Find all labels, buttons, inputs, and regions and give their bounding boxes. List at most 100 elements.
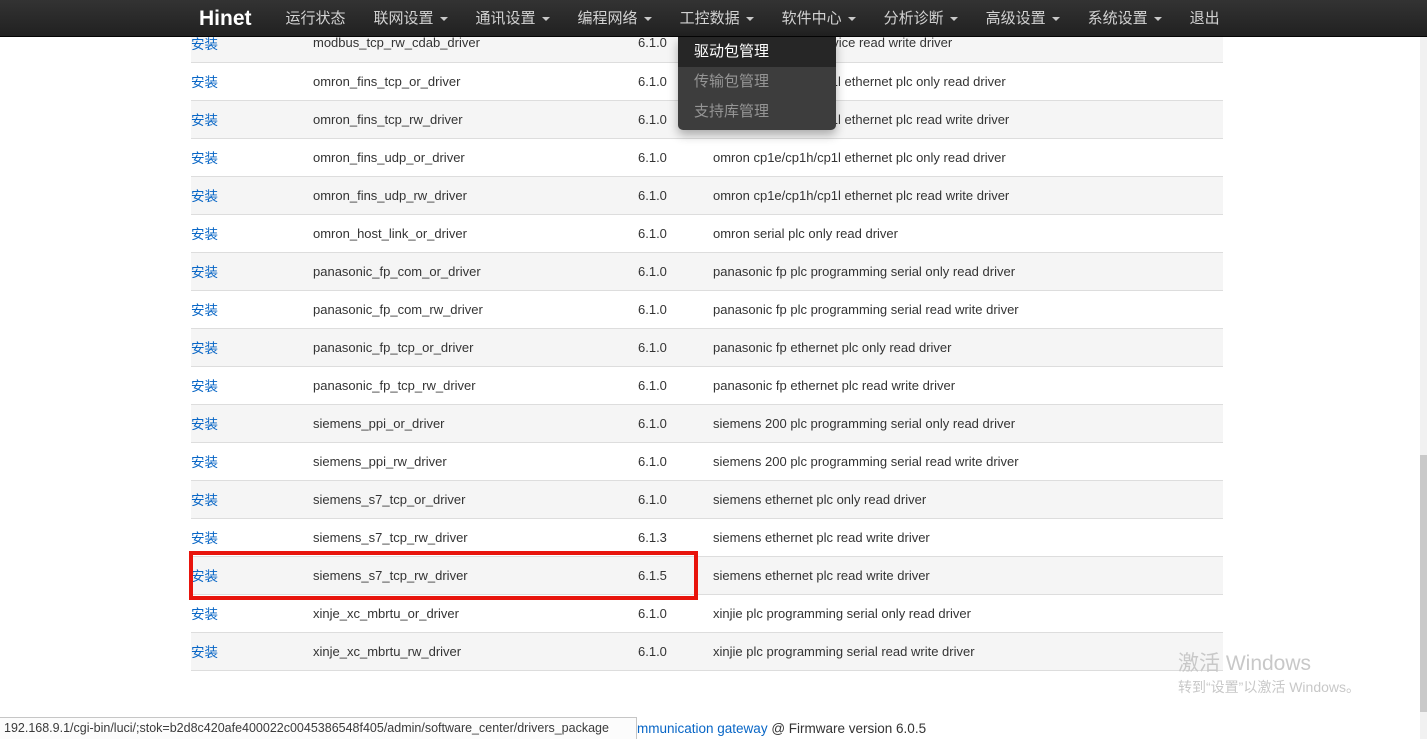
driver-description: panasonic fp ethernet plc read write dri… [713,366,1223,404]
table-row: 安装 siemens_ppi_rw_driver 6.1.0 siemens 2… [191,442,1223,480]
driver-name: siemens_s7_tcp_rw_driver [313,518,638,556]
install-link[interactable]: 安装 [191,455,218,470]
dropdown-menu-item[interactable]: 支持库管理 [678,97,836,127]
driver-version: 6.1.0 [638,214,713,252]
table-row: 安装 panasonic_fp_tcp_rw_driver 6.1.0 pana… [191,366,1223,404]
driver-version: 6.1.0 [638,328,713,366]
windows-activation-watermark: 激活 Windows 转到“设置”以激活 Windows。 [1178,652,1360,697]
dropdown-menu-item[interactable]: 传输包管理 [678,67,836,97]
table-row: 安装 omron_host_link_or_driver 6.1.0 omron… [191,214,1223,252]
driver-description: siemens ethernet plc read write driver [713,556,1223,594]
nav-menu-item[interactable]: 运行状态 [272,0,360,37]
driver-description: panasonic fp plc programming serial only… [713,252,1223,290]
install-link[interactable]: 安装 [191,227,218,242]
caret-down-icon [848,17,856,21]
install-link[interactable]: 安装 [191,379,218,394]
nav-menu-label: 运行状态 [286,0,346,37]
table-row: 安装 panasonic_fp_com_rw_driver 6.1.0 pana… [191,290,1223,328]
dropdown-menu-item[interactable]: 驱动包管理 [678,37,836,67]
table-row: 安装 xinje_xc_mbrtu_rw_driver 6.1.0 xinjie… [191,632,1223,670]
nav-menu-label: 联网设置 [374,0,434,37]
nav-menu-label: 退出 [1190,0,1220,37]
nav-menu-item[interactable]: 工控数据 [666,0,768,37]
driver-version: 6.1.0 [638,176,713,214]
driver-name: siemens_s7_tcp_or_driver [313,480,638,518]
install-link[interactable]: 安装 [191,493,218,508]
install-link[interactable]: 安装 [191,569,218,584]
watermark-title: 激活 Windows [1178,652,1360,676]
nav-menu-item[interactable]: 高级设置 [972,0,1074,37]
install-link[interactable]: 安装 [191,417,218,432]
driver-version: 6.1.0 [638,404,713,442]
driver-name: xinje_xc_mbrtu_or_driver [313,594,638,632]
driver-version: 6.1.0 [638,480,713,518]
driver-name: omron_fins_udp_rw_driver [313,176,638,214]
firmware-version-text: @ Firmware version 6.0.5 [768,721,927,736]
vertical-scrollbar-thumb[interactable] [1420,455,1427,712]
table-row: 安装 omron_fins_udp_rw_driver 6.1.0 omron … [191,176,1223,214]
driver-name: xinje_xc_mbrtu_rw_driver [313,632,638,670]
install-link[interactable]: 安装 [191,531,218,546]
caret-down-icon [746,17,754,21]
nav-menu-item[interactable]: 编程网络 [564,0,666,37]
table-row: 安装 siemens_s7_tcp_rw_driver 6.1.3 siemen… [191,518,1223,556]
gateway-footer-link[interactable]: mmunication gateway [637,721,768,736]
driver-description: xinjie plc programming serial only read … [713,594,1223,632]
driver-description: panasonic fp plc programming serial read… [713,290,1223,328]
nav-menu-label: 通讯设置 [476,0,536,37]
software-center-dropdown: 驱动包管理传输包管理支持库管理 [678,37,836,130]
nav-menu-item[interactable]: 通讯设置 [462,0,564,37]
install-link[interactable]: 安装 [191,341,218,356]
install-link[interactable]: 安装 [191,607,218,622]
driver-name: siemens_s7_tcp_rw_driver [313,556,638,594]
caret-down-icon [1154,17,1162,21]
driver-name: siemens_ppi_rw_driver [313,442,638,480]
caret-down-icon [1052,17,1060,21]
nav-menu-item[interactable]: 软件中心 [768,0,870,37]
install-link[interactable]: 安装 [191,303,218,318]
nav-menu-label: 系统设置 [1088,0,1148,37]
driver-version: 6.1.0 [638,252,713,290]
install-link[interactable]: 安装 [191,75,218,90]
install-link[interactable]: 安装 [191,645,218,660]
install-link[interactable]: 安装 [191,37,218,52]
table-row: 安装 siemens_ppi_or_driver 6.1.0 siemens 2… [191,404,1223,442]
driver-name: omron_fins_udp_or_driver [313,138,638,176]
nav-menu-item[interactable]: 系统设置 [1074,0,1176,37]
caret-down-icon [644,17,652,21]
nav-menu-label: 编程网络 [578,0,638,37]
driver-name: siemens_ppi_or_driver [313,404,638,442]
table-row: 安装 xinje_xc_mbrtu_or_driver 6.1.0 xinjie… [191,594,1223,632]
nav-menu-item[interactable]: 退出 [1176,0,1234,37]
top-navbar: Hinet 运行状态 联网设置 通讯设置 编程网络 工控数据 软件中心 分 [0,0,1427,37]
nav-menu-label: 高级设置 [986,0,1046,37]
driver-version: 6.1.0 [638,366,713,404]
driver-name: omron_fins_tcp_or_driver [313,62,638,100]
driver-version: 6.1.5 [638,556,713,594]
nav-menu-item[interactable]: 分析诊断 [870,0,972,37]
table-row: 安装 panasonic_fp_com_or_driver 6.1.0 pana… [191,252,1223,290]
driver-name: panasonic_fp_com_rw_driver [313,290,638,328]
driver-version: 6.1.0 [638,290,713,328]
browser-status-url: 192.168.9.1/cgi-bin/luci/;stok=b2d8c420a… [0,717,637,739]
driver-description: siemens 200 plc programming serial only … [713,404,1223,442]
driver-name: panasonic_fp_tcp_or_driver [313,328,638,366]
driver-description: omron cp1e/cp1h/cp1l ethernet plc only r… [713,138,1223,176]
caret-down-icon [542,17,550,21]
install-link[interactable]: 安装 [191,189,218,204]
vertical-scrollbar-track[interactable] [1420,37,1427,739]
nav-menu-label: 软件中心 [782,0,842,37]
install-link[interactable]: 安装 [191,151,218,166]
install-link[interactable]: 安装 [191,113,218,128]
watermark-subtitle: 转到“设置”以激活 Windows。 [1178,677,1360,697]
driver-name: omron_host_link_or_driver [313,214,638,252]
table-row: 安装 siemens_s7_tcp_or_driver 6.1.0 siemen… [191,480,1223,518]
driver-description: omron cp1e/cp1h/cp1l ethernet plc read w… [713,176,1223,214]
driver-description: siemens ethernet plc read write driver [713,518,1223,556]
driver-version: 6.1.0 [638,632,713,670]
brand-logo[interactable]: Hinet [199,0,252,37]
nav-menu-item[interactable]: 联网设置 [360,0,462,37]
driver-version: 6.1.0 [638,442,713,480]
table-row: 安装 panasonic_fp_tcp_or_driver 6.1.0 pana… [191,328,1223,366]
install-link[interactable]: 安装 [191,265,218,280]
